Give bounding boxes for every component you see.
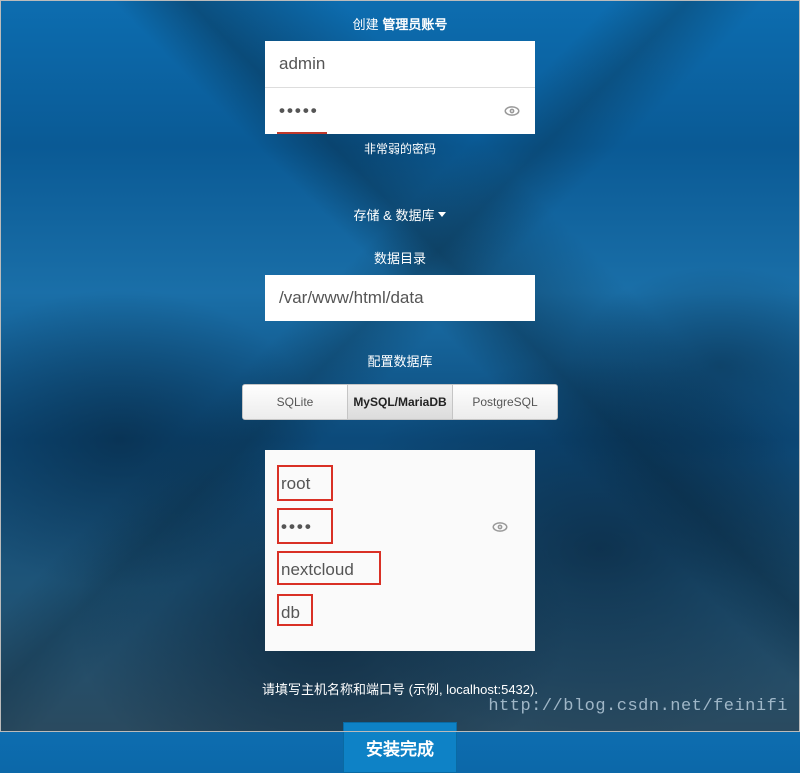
- tab-sqlite[interactable]: SQLite: [243, 385, 348, 419]
- toggle-db-password-visibility-icon[interactable]: [489, 516, 511, 538]
- db-host-input[interactable]: [277, 594, 523, 632]
- install-finish-button[interactable]: 安装完成: [343, 722, 457, 773]
- admin-username-input[interactable]: [265, 41, 535, 88]
- admin-section-title: 创建 管理员账号: [353, 14, 448, 33]
- database-config-card: [265, 450, 535, 651]
- tab-postgresql[interactable]: PostgreSQL: [453, 385, 557, 419]
- password-strength-bar: [277, 132, 327, 134]
- data-directory-label: 数据目录: [374, 248, 426, 267]
- admin-title-prefix: 创建: [353, 17, 379, 32]
- tab-mysql-mariadb[interactable]: MySQL/MariaDB: [348, 385, 453, 419]
- toggle-password-visibility-icon[interactable]: [501, 100, 523, 122]
- storage-toggle-label: 存储 & 数据库: [354, 205, 435, 224]
- db-user-input[interactable]: [277, 465, 523, 503]
- db-name-input[interactable]: [277, 551, 523, 589]
- data-directory-input[interactable]: [265, 275, 535, 321]
- db-host-hint: 请填写主机名称和端口号 (示例, localhost:5432).: [262, 679, 538, 698]
- storage-database-toggle[interactable]: 存储 & 数据库: [354, 205, 447, 224]
- configure-database-label: 配置数据库: [367, 351, 432, 370]
- admin-password-input[interactable]: [265, 88, 535, 134]
- data-directory-card: [265, 275, 535, 321]
- admin-card: [265, 41, 535, 134]
- database-type-tabs: SQLite MySQL/MariaDB PostgreSQL: [242, 384, 558, 420]
- db-password-input[interactable]: [277, 508, 523, 546]
- password-strength-hint: 非常弱的密码: [364, 140, 436, 157]
- caret-down-icon: [438, 212, 446, 217]
- admin-title-bold: 管理员账号: [382, 17, 447, 32]
